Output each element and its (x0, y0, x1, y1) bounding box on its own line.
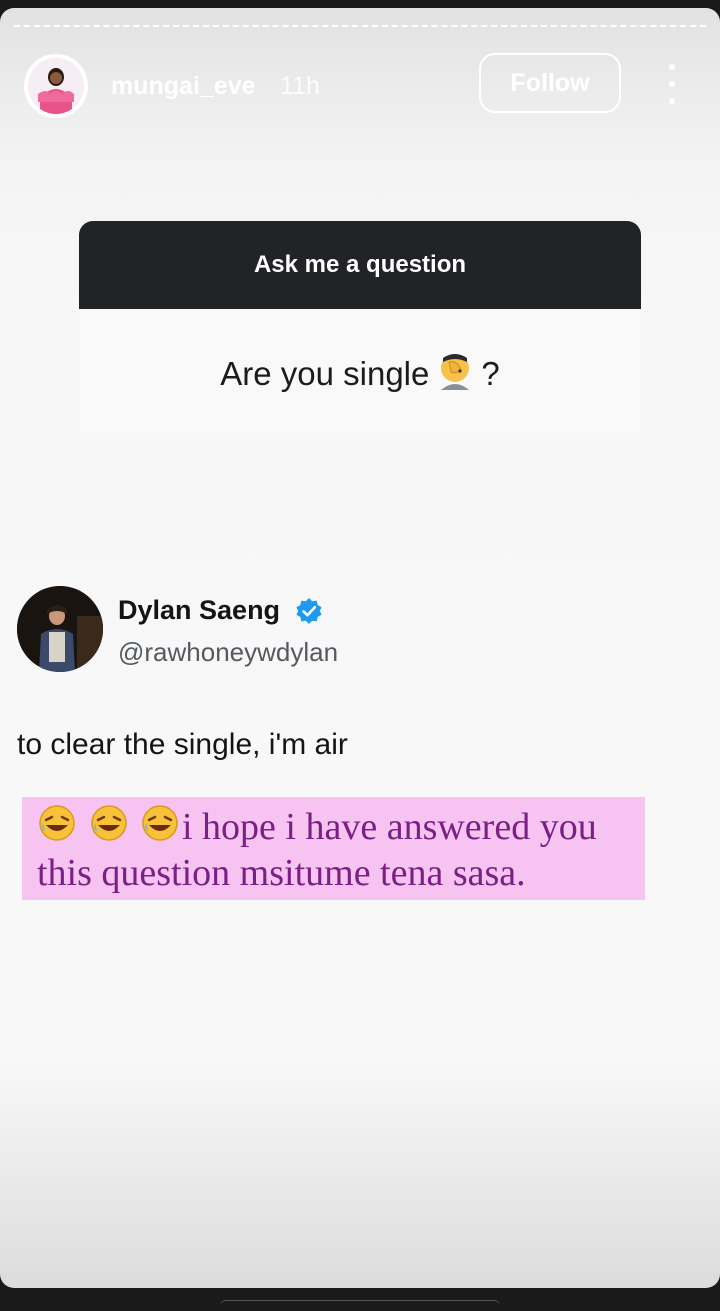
caption-text-1: i hope i have answered you (182, 806, 597, 848)
more-vertical-icon[interactable] (658, 64, 686, 104)
tweet-author-avatar (17, 586, 103, 672)
profile-avatar-image (28, 58, 84, 114)
follow-button[interactable]: Follow (479, 53, 621, 113)
question-sticker-body: Are you single ? (79, 309, 641, 439)
face-palm-emoji-icon (435, 350, 475, 398)
story-timestamp: 11h (280, 72, 320, 100)
caption-line-2: this question msitume tena sasa. (37, 852, 526, 894)
tweet-text: to clear the single, i'm air (17, 728, 348, 761)
question-end-mark: ? (481, 355, 500, 392)
question-sticker-title: Ask me a question (79, 221, 641, 309)
story-frame: mungai_eve 11h Follow Ask me a question … (0, 8, 720, 1288)
question-text: Are you single (220, 355, 430, 392)
story-caption: i hope i have answered you this question… (22, 797, 645, 900)
bottom-reply-bar[interactable] (220, 1300, 500, 1311)
question-sticker[interactable]: Ask me a question Are you single ? (79, 221, 641, 439)
tweet-author-name: Dylan Saeng (118, 595, 281, 625)
tweet-author-handle: @rawhoneywdylan (118, 637, 339, 667)
laughing-emoji-icon (37, 803, 182, 849)
profile-avatar[interactable] (24, 54, 88, 118)
story-username[interactable]: mungai_eve (111, 72, 256, 101)
caption-line-1: i hope i have answered you (37, 803, 597, 849)
story-progress-bar (14, 25, 706, 27)
verified-badge-icon (296, 598, 322, 624)
